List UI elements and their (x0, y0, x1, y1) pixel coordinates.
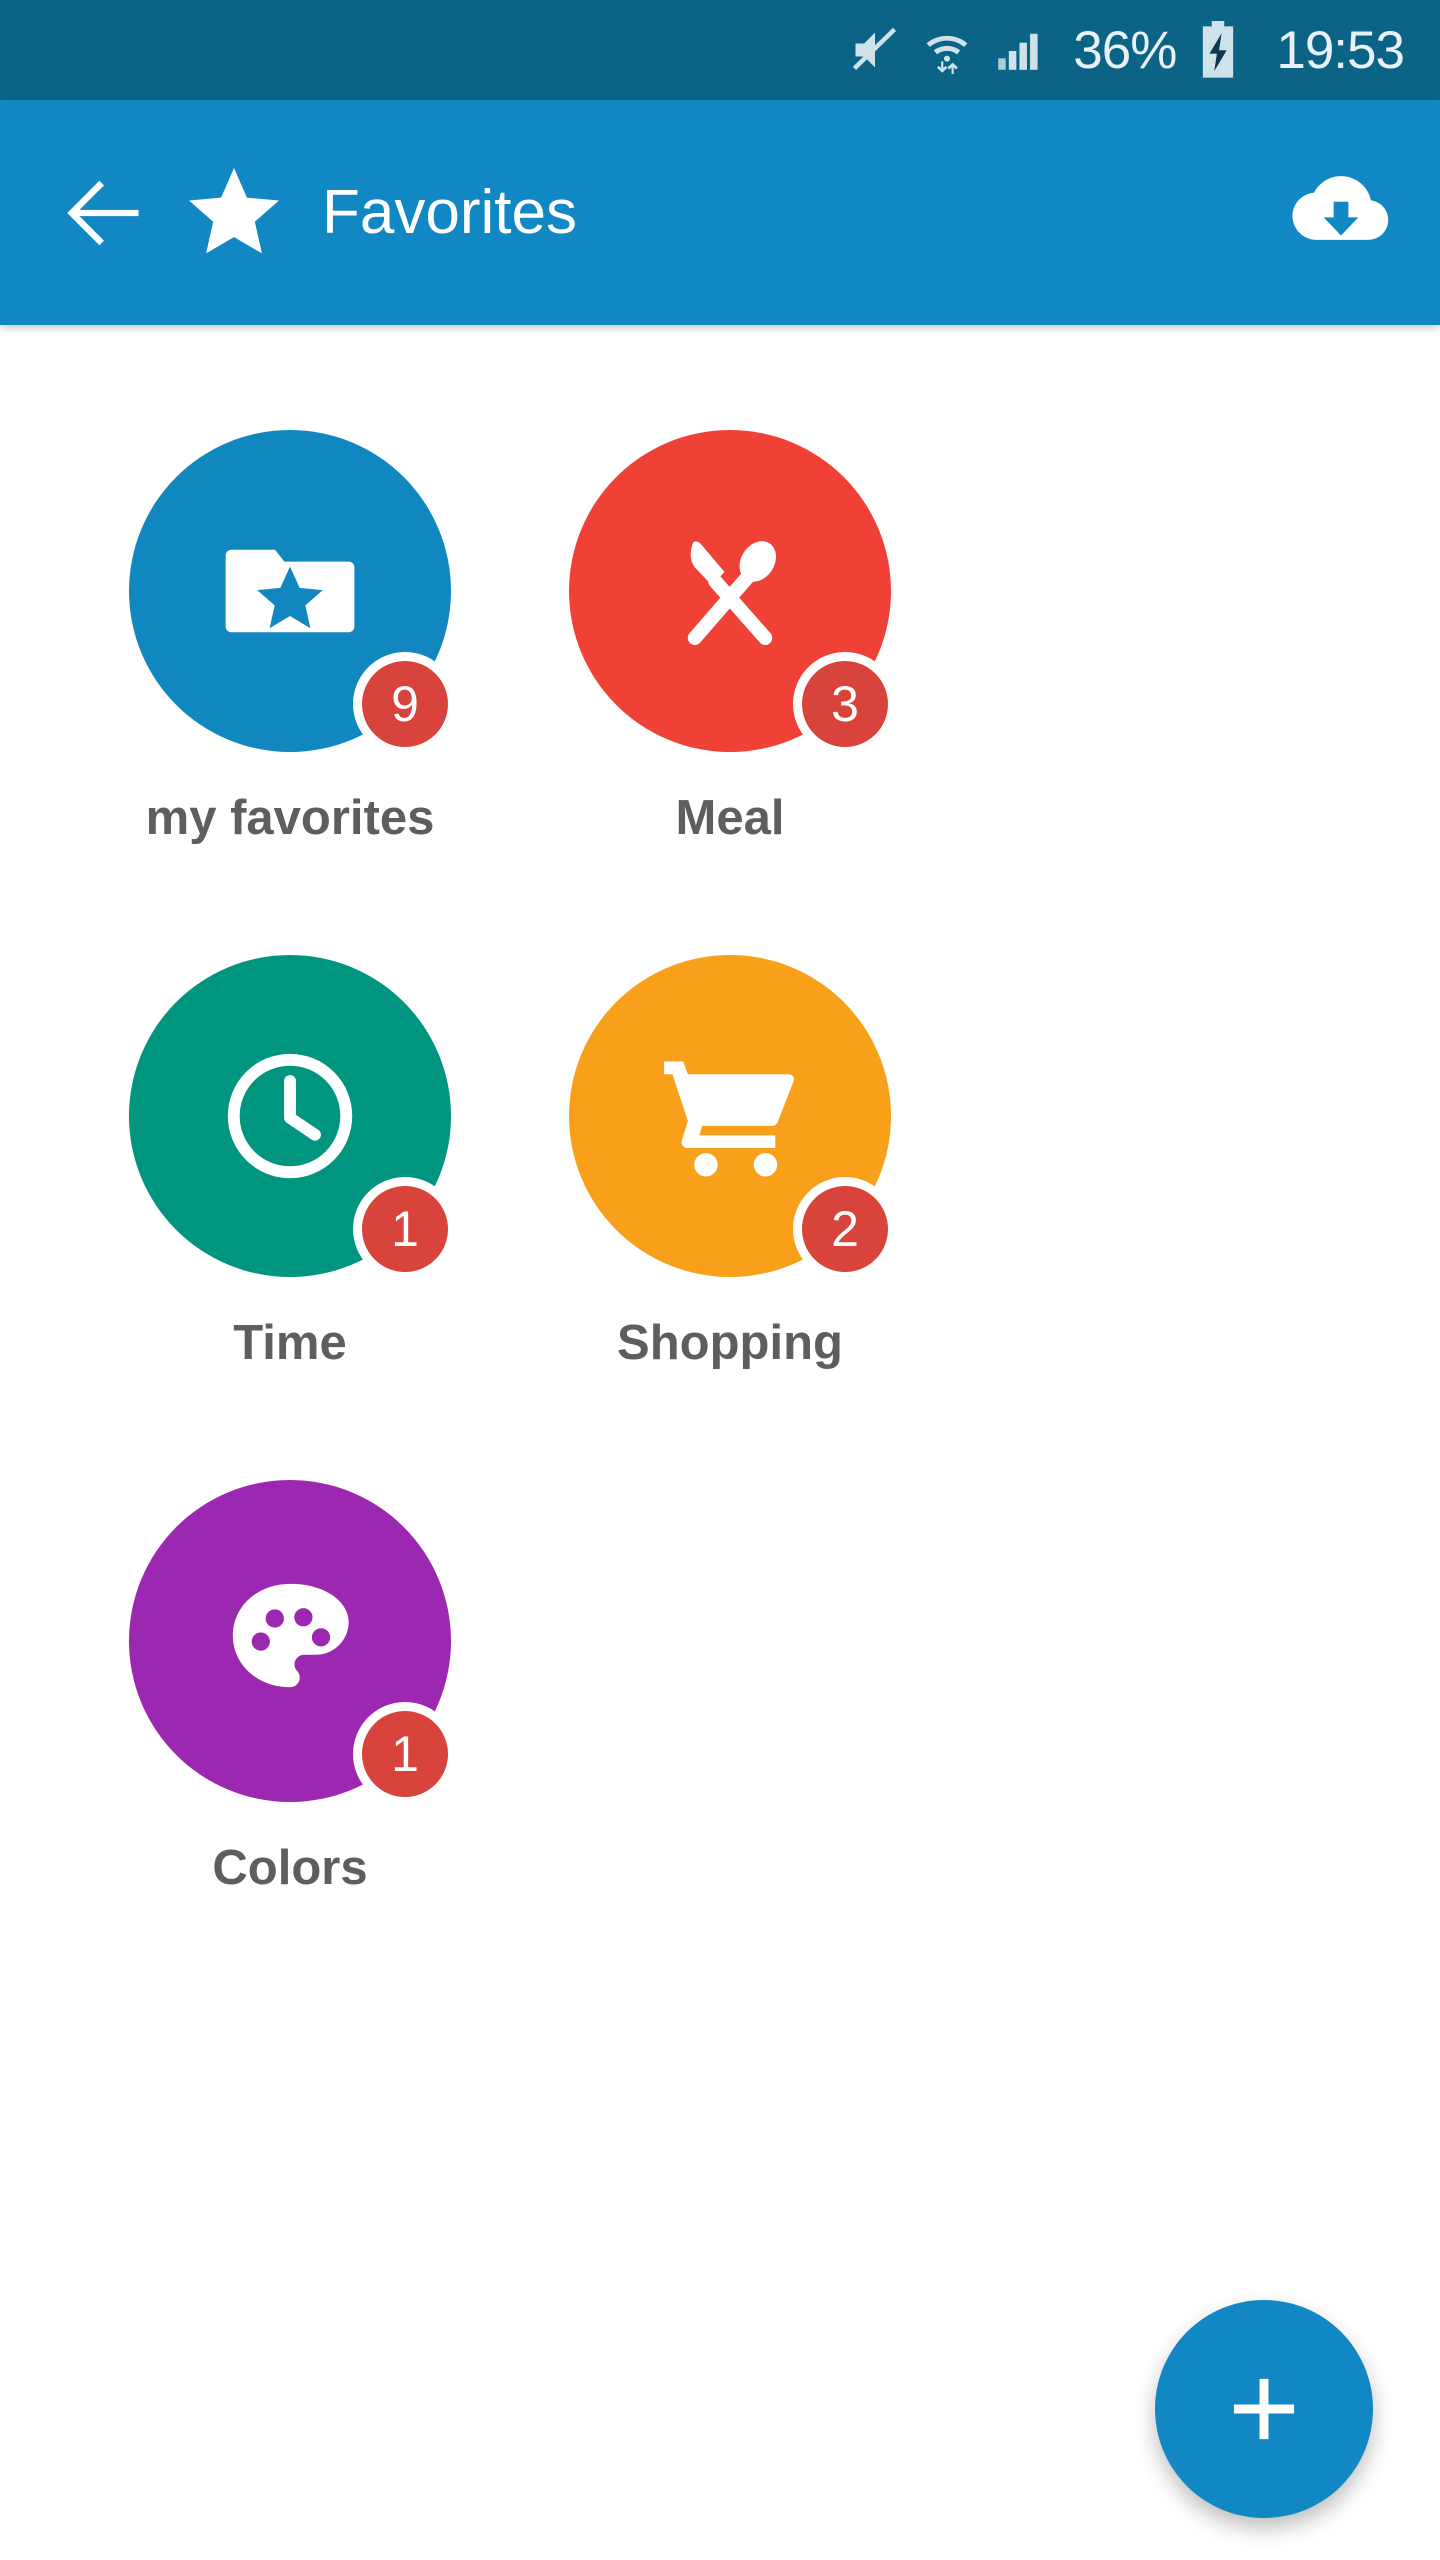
status-clock: 19:53 (1276, 20, 1405, 80)
status-bar[interactable]: 36% 19:53 (0, 0, 1440, 100)
badge-count: 3 (793, 652, 897, 756)
clock-icon (227, 1053, 353, 1179)
app-bar: Favorites (0, 100, 1440, 325)
badge-count: 2 (793, 1177, 897, 1281)
paint-palette-icon (232, 1583, 349, 1688)
badge-count: 1 (353, 1177, 457, 1281)
grid-item-meal[interactable]: 3 Meal (510, 430, 950, 843)
grid-item-label: Time (233, 1316, 347, 1370)
battery-percent-label: 36% (1073, 20, 1177, 80)
grid-item-label: Meal (675, 791, 785, 845)
icon-badge-wrap: 2 (569, 955, 897, 1281)
add-favorite-fab[interactable] (1155, 2300, 1373, 2518)
grid-item-my-favorites[interactable]: 9 my favorites (70, 430, 510, 843)
page-title: Favorites (322, 177, 577, 247)
arrow-left-icon (67, 180, 139, 245)
plus-icon (1233, 2378, 1295, 2440)
icon-badge-wrap: 1 (129, 955, 457, 1281)
cellular-signal-icon (993, 25, 1043, 75)
icon-badge-wrap: 1 (129, 1480, 457, 1806)
grid-item-time[interactable]: 1 Time (70, 955, 510, 1368)
cloud-download-button[interactable] (1286, 158, 1396, 268)
folder-star-icon (225, 549, 355, 633)
grid-item-colors[interactable]: 1 Colors (70, 1480, 510, 1893)
grid-item-label: my favorites (145, 791, 435, 845)
grid-item-shopping[interactable]: 2 Shopping (510, 955, 950, 1368)
grid-item-label: Colors (212, 1841, 368, 1895)
back-button[interactable] (56, 165, 152, 261)
badge-count: 1 (353, 1702, 457, 1806)
battery-charging-icon (1196, 21, 1240, 79)
favorites-grid: 9 my favorites 3 Meal 1 Time 2 Shopping … (0, 430, 1440, 2005)
icon-badge-wrap: 9 (129, 430, 457, 756)
cloud-download-icon (1292, 175, 1389, 240)
volume-mute-icon (849, 24, 901, 76)
star-icon (182, 161, 286, 265)
shopping-cart-icon (664, 1061, 794, 1177)
wifi-data-transfer-icon (921, 24, 973, 76)
grid-item-label: Shopping (617, 1316, 843, 1370)
content-area: 9 my favorites 3 Meal 1 Time 2 Shopping … (0, 325, 1440, 2560)
cutlery-knife-spoon-icon (687, 541, 777, 645)
badge-count: 9 (353, 652, 457, 756)
icon-badge-wrap: 3 (569, 430, 897, 756)
